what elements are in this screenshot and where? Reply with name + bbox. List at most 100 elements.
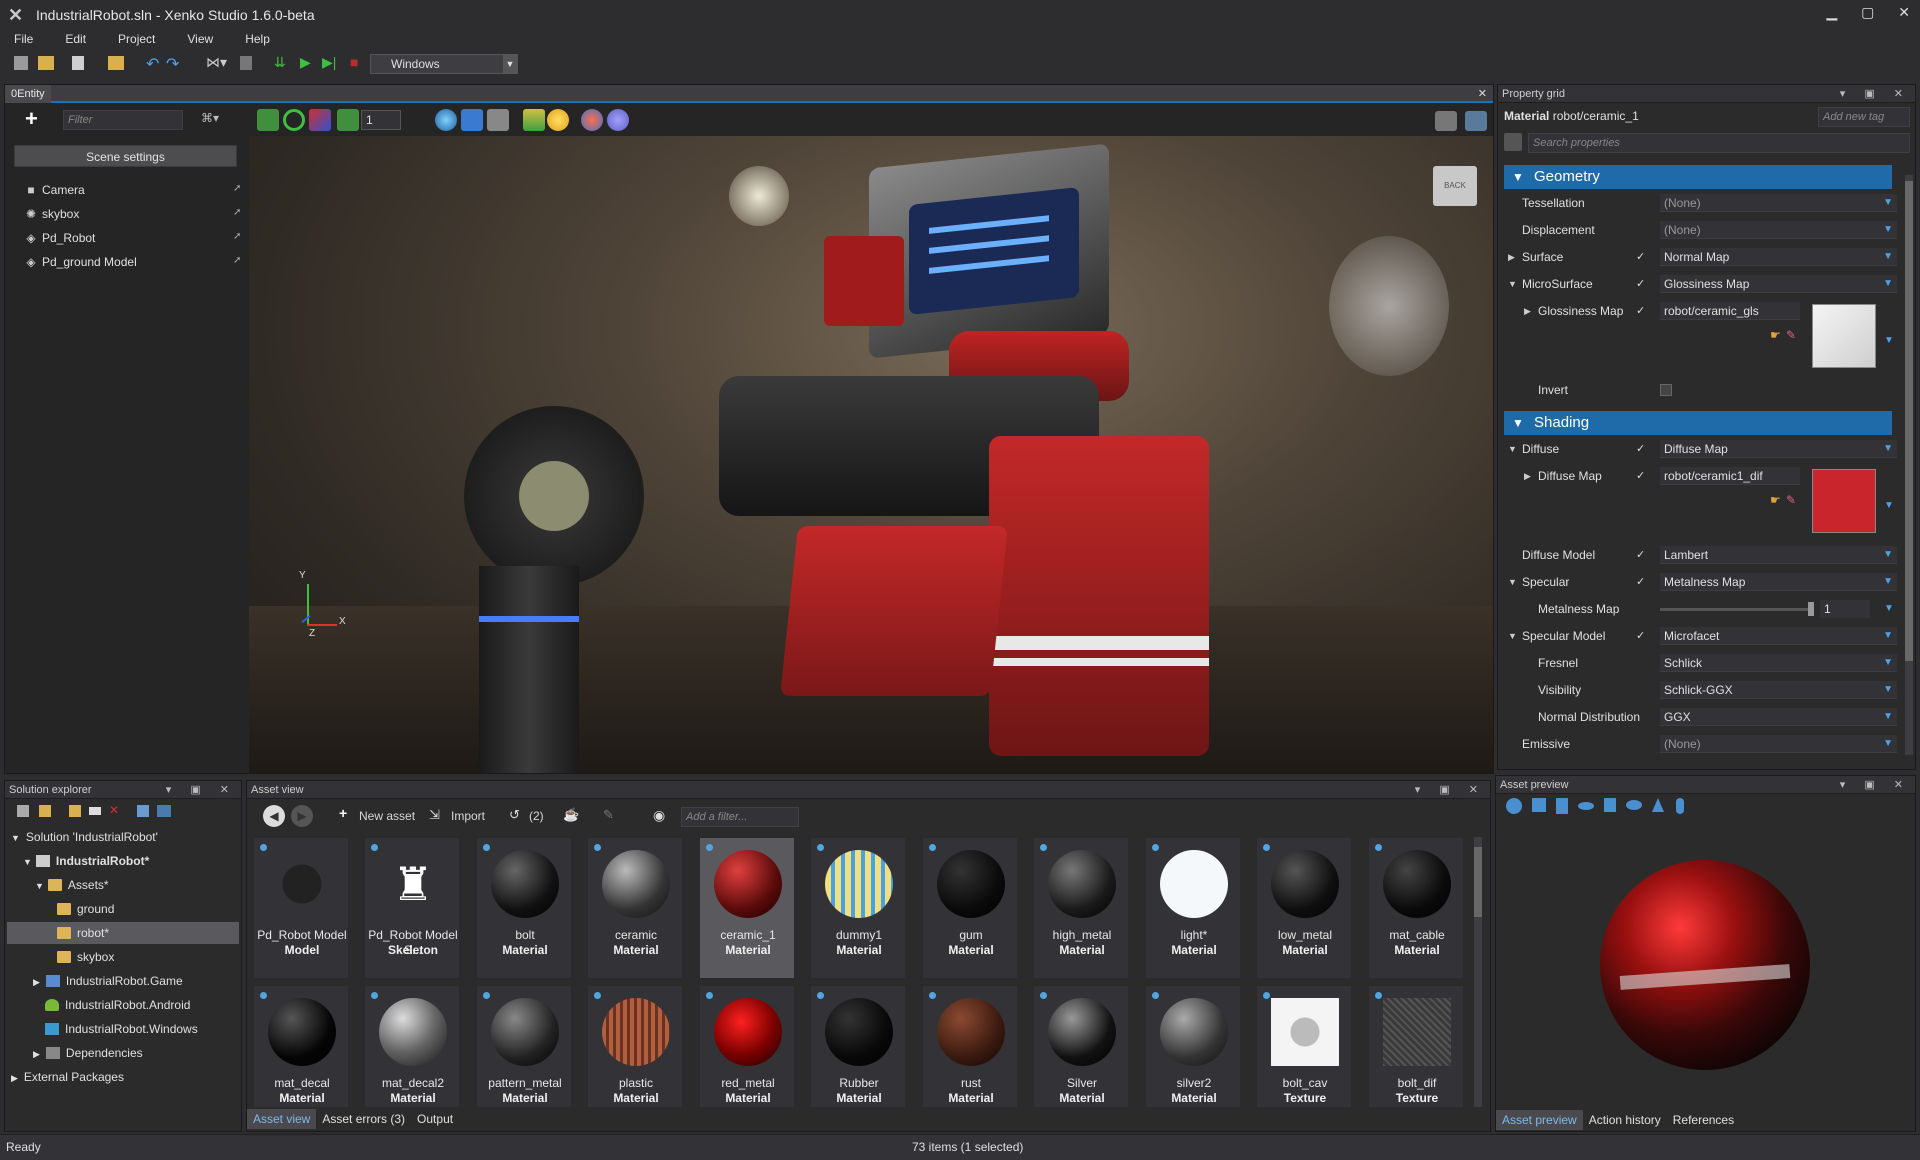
entity-pd-ground[interactable]: ◈ Pd_ground Model	[23, 252, 136, 272]
globe-icon[interactable]	[435, 109, 457, 131]
3d-viewport[interactable]: BACK Y X Z	[249, 136, 1493, 773]
build-icon[interactable]: ⇊	[274, 54, 286, 71]
asset-card[interactable]: plastic Material	[587, 985, 683, 1107]
add-entity-button[interactable]: +	[25, 108, 38, 130]
tab-asset-preview[interactable]: Asset preview	[1496, 1110, 1583, 1130]
import-icon[interactable]: ⇲	[429, 807, 440, 823]
view-gizmo-cube[interactable]: BACK	[1433, 166, 1477, 206]
pin-icon[interactable]: ➚	[233, 255, 241, 266]
disc-shape-icon[interactable]	[1626, 800, 1642, 810]
history-icon[interactable]: ↺	[509, 807, 520, 823]
new-project-icon[interactable]	[14, 56, 28, 70]
expand-icon[interactable]: ▶	[1508, 246, 1515, 268]
tree-assets[interactable]: ▼ Assets*	[35, 874, 109, 896]
panel-buttons[interactable]: ▾ ▣ ✕	[1840, 776, 1911, 794]
camera-view-icon[interactable]	[487, 109, 509, 131]
eraser-icon[interactable]: ✎	[1786, 324, 1796, 346]
panel-buttons[interactable]: ▾ ▣ ✕	[1840, 85, 1911, 103]
glossiness-texture-thumbnail[interactable]	[1812, 304, 1876, 368]
tree-ground[interactable]: ground	[57, 898, 114, 920]
chevron-down-icon[interactable]: ▼	[1884, 598, 1894, 620]
page-icon[interactable]	[240, 56, 252, 70]
menu-edit[interactable]: Edit	[65, 32, 86, 46]
category-geometry[interactable]: ▼ Geometry	[1504, 165, 1892, 189]
tree-solution[interactable]: ▼ Solution 'IndustrialRobot'	[11, 826, 158, 848]
sphere-shape-icon[interactable]	[1506, 798, 1522, 814]
specular-checkbox[interactable]: ✓	[1636, 576, 1648, 588]
asset-card[interactable]: Pd_Robot Model Model	[253, 837, 349, 979]
tessellation-select[interactable]: (None) ▼	[1660, 194, 1897, 212]
menu-view[interactable]: View	[187, 32, 213, 46]
lighting-icon[interactable]	[547, 109, 569, 131]
collapse-icon[interactable]: ▼	[1508, 273, 1517, 295]
cone-shape-icon[interactable]	[1652, 798, 1664, 812]
tab-asset-errors[interactable]: Asset errors (3)	[316, 1109, 411, 1129]
tab-references[interactable]: References	[1667, 1110, 1740, 1130]
diffuse-select[interactable]: Diffuse Map ▼	[1660, 440, 1897, 458]
cylinder-shape-icon[interactable]	[1556, 798, 1568, 814]
teapot-icon[interactable]: ☕	[563, 807, 579, 823]
close-icon[interactable]: ✕	[1478, 87, 1487, 100]
asset-scrollbar[interactable]	[1474, 837, 1482, 1107]
tree-external[interactable]: ▶ External Packages	[11, 1066, 124, 1088]
glossiness-checkbox[interactable]: ✓	[1636, 305, 1648, 317]
collapse-all-icon[interactable]	[137, 805, 149, 817]
asset-card[interactable]: pattern_metal Material	[476, 985, 572, 1107]
rename-icon[interactable]	[89, 807, 101, 815]
chevron-down-icon[interactable]: ▼	[1884, 330, 1894, 352]
category-shading[interactable]: ▼ Shading	[1504, 411, 1892, 435]
tree-project[interactable]: ▼ IndustrialRobot*	[23, 850, 149, 872]
pin-icon[interactable]: ➚	[233, 231, 241, 242]
close-button[interactable]: ✕	[1898, 4, 1910, 20]
camera-options-icon[interactable]	[1465, 111, 1487, 131]
stop-icon[interactable]: ■	[350, 54, 358, 70]
asset-card[interactable]: Silver Material	[1033, 985, 1129, 1107]
collapse-icon[interactable]: ▼	[1508, 438, 1517, 460]
pick-icon[interactable]: ☛	[1770, 489, 1781, 511]
tree-robot[interactable]: robot*	[7, 922, 239, 944]
asset-card[interactable]: bolt_dif Texture	[1368, 985, 1464, 1107]
grid-icon[interactable]	[523, 109, 545, 131]
material-preview-sphere[interactable]	[1600, 860, 1810, 1070]
forward-icon[interactable]: ▶	[291, 805, 313, 827]
save-icon[interactable]	[72, 56, 84, 70]
asset-card[interactable]: low_metal Material	[1256, 837, 1352, 979]
asset-card[interactable]: red_metal Material	[699, 985, 795, 1107]
tree-windows[interactable]: IndustrialRobot.Windows	[45, 1018, 198, 1040]
asset-card[interactable]: bolt Material	[476, 837, 572, 979]
panel-buttons[interactable]: ▾ ▣ ✕	[1415, 781, 1486, 799]
invert-checkbox[interactable]	[1660, 384, 1672, 396]
asset-filter-input[interactable]: Add a filter...	[681, 807, 799, 827]
asset-card[interactable]: silver2 Material	[1145, 985, 1241, 1107]
scene-settings-button[interactable]: Scene settings	[14, 145, 237, 167]
wireframe-icon[interactable]	[607, 109, 629, 131]
copy-icon[interactable]	[1504, 133, 1522, 151]
normal-distribution-select[interactable]: GGX ▼	[1660, 708, 1897, 726]
asset-card[interactable]: bolt_cav Texture	[1256, 985, 1352, 1107]
specular-select[interactable]: Metalness Map ▼	[1660, 573, 1897, 591]
slider-handle[interactable]	[1808, 602, 1814, 616]
capsule-shape-icon[interactable]	[1676, 798, 1684, 814]
collapse-icon[interactable]: ▼	[1508, 571, 1517, 593]
diffuse-map-input[interactable]: robot/ceramic1_dif	[1660, 467, 1800, 485]
play-noattach-icon[interactable]: ▶|	[322, 54, 336, 71]
menu-project[interactable]: Project	[118, 32, 155, 46]
cube-icon[interactable]	[461, 109, 483, 131]
microsurface-checkbox[interactable]: ✓	[1636, 278, 1648, 290]
edit-icon[interactable]: ✎	[603, 807, 614, 823]
asset-card[interactable]: high_metal Material	[1033, 837, 1129, 979]
render-mode-icon[interactable]	[581, 109, 603, 131]
diffuse-color-swatch[interactable]	[1812, 469, 1876, 533]
back-icon[interactable]: ◀	[263, 805, 285, 827]
specular-model-checkbox[interactable]: ✓	[1636, 630, 1648, 642]
emissive-select[interactable]: (None) ▼	[1660, 735, 1897, 753]
collapse-icon[interactable]: ▼	[1508, 625, 1517, 647]
search-properties-input[interactable]: Search properties	[1528, 133, 1910, 153]
tab-asset-view[interactable]: Asset view	[247, 1109, 317, 1129]
new-asset-icon[interactable]: +	[339, 805, 347, 821]
glossiness-map-input[interactable]: robot/ceramic_gls	[1660, 302, 1800, 320]
maximize-button[interactable]: ▢	[1861, 4, 1874, 20]
asset-card[interactable]: ♜ Pd_Robot Model S... Skeleton	[364, 837, 460, 979]
tree-android[interactable]: IndustrialRobot.Android	[45, 994, 190, 1016]
surface-checkbox[interactable]: ✓	[1636, 251, 1648, 263]
